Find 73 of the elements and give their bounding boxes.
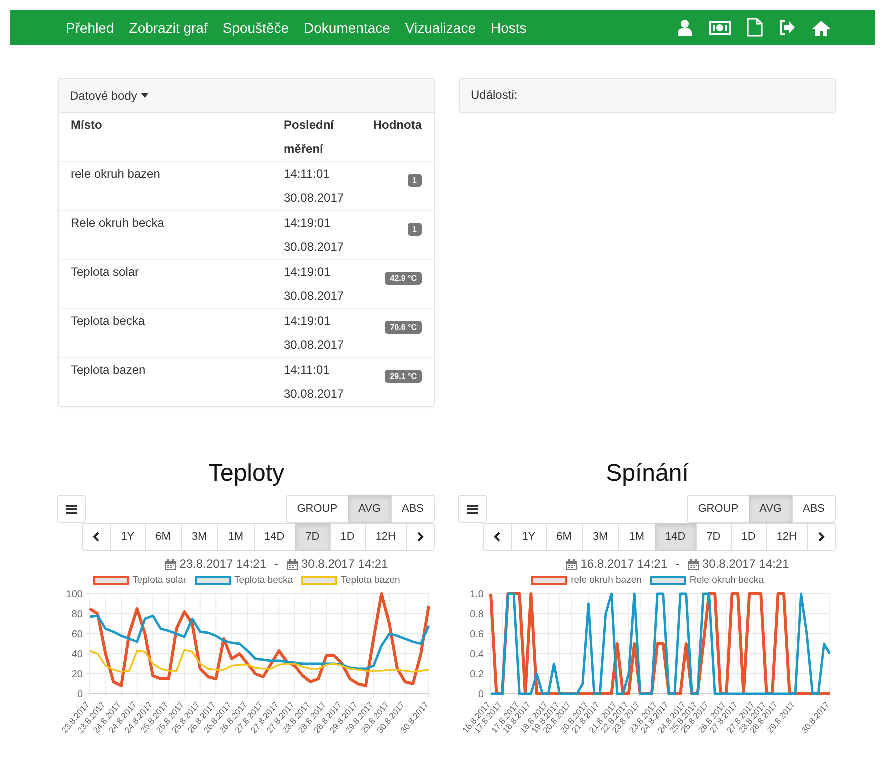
value-badge: 70.6 °C [385,321,422,334]
axis-label: 40 [72,650,83,660]
range-button[interactable]: 1M [217,523,254,551]
panel-title: Události: [471,87,518,104]
range-button[interactable]: 1M [618,523,656,551]
chart-title: Teploty [207,459,286,489]
table-cell: Teplota bazen [59,358,272,406]
range-button[interactable]: 3M [180,523,218,551]
axis-label: 20 [72,670,83,680]
range-button[interactable]: 7D [696,523,732,551]
nav-link[interactable]: Hosts [490,20,527,36]
date-to: 30.8.2017 14:21 [302,557,388,571]
date-separator: - [676,557,680,571]
range-button[interactable]: 1D [730,523,767,551]
date-to: 30.8.2017 14:21 [702,557,790,571]
table-cell: rele okruh bazen [59,162,272,210]
nav-link[interactable]: Vizualizace [405,20,476,36]
table-cell: 14:11:01 30.08.2017 [272,162,358,210]
range-button[interactable]: 14D [654,523,697,551]
range-button[interactable]: 6M [144,523,182,551]
range-button[interactable]: 1D [330,523,366,551]
axis-label: 100 [66,590,83,600]
range-button[interactable]: 12H [766,523,808,551]
axis-label: 80 [72,610,83,620]
range-button[interactable]: 6M [546,523,583,551]
range-button[interactable]: 3M [582,523,620,551]
column-header: Hodnota [358,113,434,162]
date-separator: - [274,557,278,571]
axis-label: 0.2 [470,670,484,680]
nav-link[interactable]: Přehled [66,20,114,36]
legend-label: Teplota bazen [341,575,400,586]
axis-label: 0.6 [470,630,484,640]
table-cell: 14:19:01 30.08.2017 [272,260,358,308]
axis-label: 0.8 [470,610,484,620]
axis-label: 1.0 [470,590,484,600]
range-button[interactable]: 1Y [511,523,547,551]
axis-label: 60 [72,630,83,640]
mode-button[interactable]: ABS [792,495,836,523]
table-cell: 14:11:01 30.08.2017 [272,358,358,406]
range-button[interactable]: 14D [254,523,296,551]
legend-label: Teplota solar [132,575,187,586]
date-from: 16.8.2017 14:21 [580,557,668,571]
legend-label: Teplota becka [234,575,294,586]
axis-label: 0 [478,690,484,700]
value-badge: 1 [408,174,422,187]
table-cell: 14:19:01 30.08.2017 [272,308,358,358]
mode-button[interactable]: ABS [390,495,435,523]
range-button[interactable]: 12H [364,523,407,551]
column-header: Poslední měření [272,113,358,162]
legend-label: Rele okruh becka [690,575,764,586]
axis-label: 0 [77,690,83,700]
legend-label: rele okruh bazen [571,575,642,586]
mode-button[interactable]: AVG [748,495,793,523]
date-from: 23.8.2017 14:21 [180,557,266,571]
mode-button[interactable]: GROUP [286,495,349,523]
value-badge: 29.1 °C [385,370,422,383]
column-header: Místo [59,113,272,162]
axis-label: 0.4 [470,650,484,660]
value-badge: 1 [408,223,422,236]
nav-link[interactable]: Spouštěče [222,20,290,36]
range-button[interactable]: 7D [294,523,331,551]
datapoints-dropdown[interactable]: Datové body [70,88,150,102]
table-cell: Rele okruh becka [59,210,272,260]
nav-link[interactable]: Dokumentace [304,20,390,36]
table-cell: 14:19:01 30.08.2017 [272,210,358,260]
range-button[interactable]: 1Y [110,523,146,551]
mode-button[interactable]: GROUP [687,495,750,523]
nav-link[interactable]: Zobrazit graf [129,20,208,36]
table-cell: Teplota solar [59,260,272,308]
table-cell: Teplota becka [59,308,272,358]
mode-button[interactable]: AVG [348,495,392,523]
chart-title: Spínání [605,459,690,489]
value-badge: 42.9 °C [385,272,422,285]
